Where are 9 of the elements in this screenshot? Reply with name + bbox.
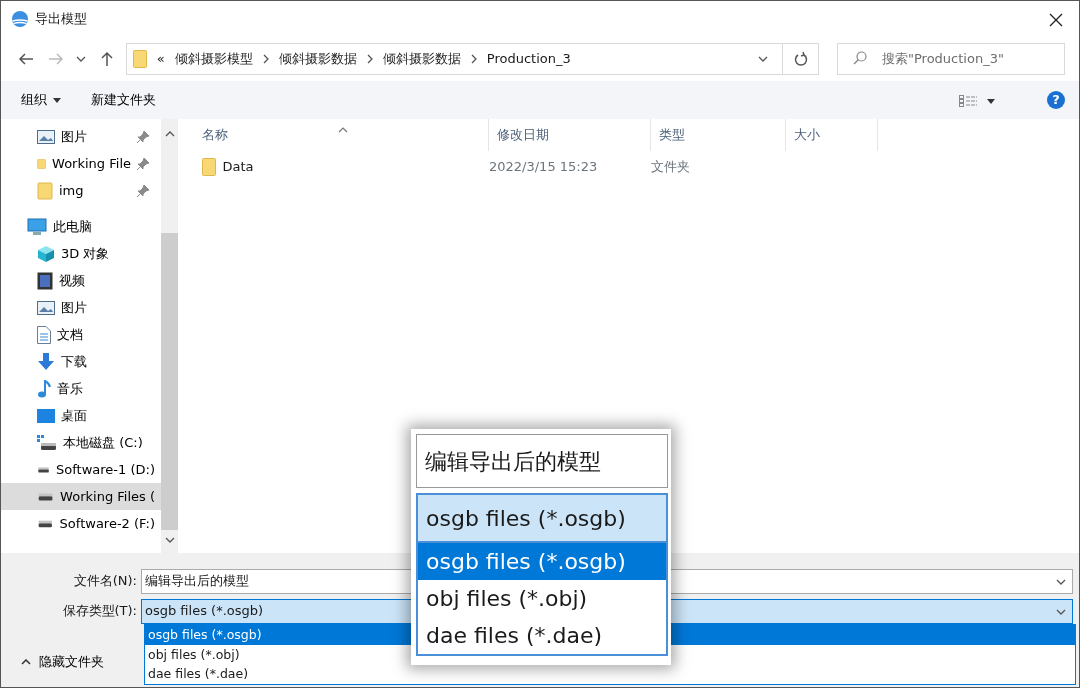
file-name-label: 文件名(N): [72, 572, 138, 591]
modified-date: 2022/3/15 15:23 [489, 159, 598, 175]
zoomed-file-name-field: 编辑导出后的模型 [416, 434, 668, 488]
save-type-label: 保存类型(T): [61, 602, 138, 621]
window-title: 导出模型 [35, 9, 87, 28]
zoomed-file-type-option: dae files (*.dae) [418, 617, 666, 654]
file-type: 文件夹 [651, 159, 690, 175]
zoomed-file-type-option: obj files (*.obj) [418, 580, 666, 617]
zoomed-file-type-option: osgb files (*.osgb) [418, 543, 666, 580]
